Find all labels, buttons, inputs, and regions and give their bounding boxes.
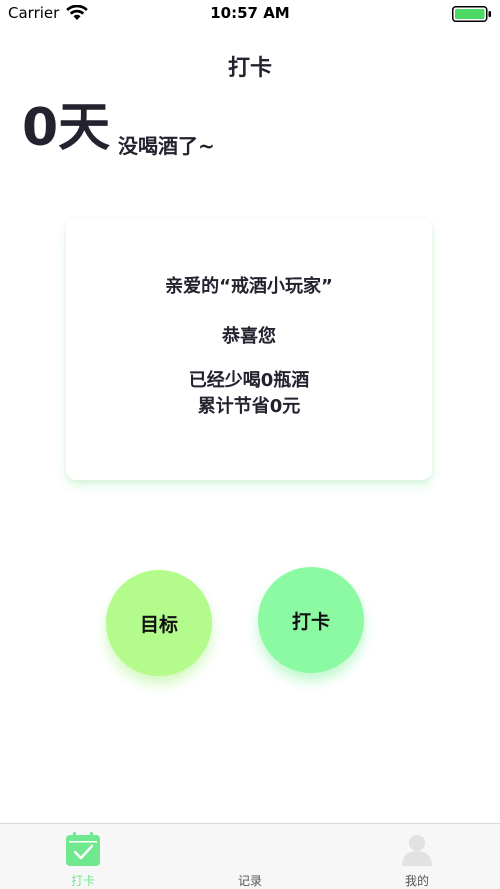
card-greeting: 亲爱的“戒酒小玩家” (165, 276, 333, 297)
tab-profile[interactable]: 我的 (334, 824, 500, 889)
user-icon (402, 835, 432, 866)
streak-caption: 没喝酒了~ (118, 134, 215, 158)
goal-button-label: 目标 (139, 613, 178, 636)
tab-records-label: 记录 (237, 874, 262, 888)
status-bar: Carrier 10:57 AM (0, 0, 500, 28)
checkin-button-label: 打卡 (291, 610, 330, 633)
tab-bar: 打卡 记录 我的 (0, 823, 500, 889)
app-screen: Carrier 10:57 AM 打卡 0天 没喝酒了~ 亲爱的“戒酒小玩家” … (0, 0, 500, 889)
streak-days: 0天 (22, 98, 111, 158)
clock: 10:57 AM (210, 4, 290, 22)
card-bottles: 已经少喝0瓶酒 (188, 370, 310, 391)
goal-button[interactable]: 目标 (106, 570, 212, 676)
tab-checkin-label: 打卡 (70, 874, 95, 888)
card-congrats: 恭喜您 (222, 326, 276, 347)
tab-checkin[interactable]: 打卡 (0, 824, 166, 889)
checkin-button[interactable]: 打卡 (258, 567, 364, 673)
tab-profile-label: 我的 (404, 874, 429, 888)
summary-card: 亲爱的“戒酒小玩家” 恭喜您 已经少喝0瓶酒 累计节省0元 (66, 218, 432, 480)
tab-records[interactable]: 记录 (167, 824, 333, 889)
card-savings: 累计节省0元 (197, 396, 301, 417)
page-title: 打卡 (227, 56, 272, 81)
battery-icon (452, 6, 491, 22)
calendar-check-icon (66, 832, 100, 866)
